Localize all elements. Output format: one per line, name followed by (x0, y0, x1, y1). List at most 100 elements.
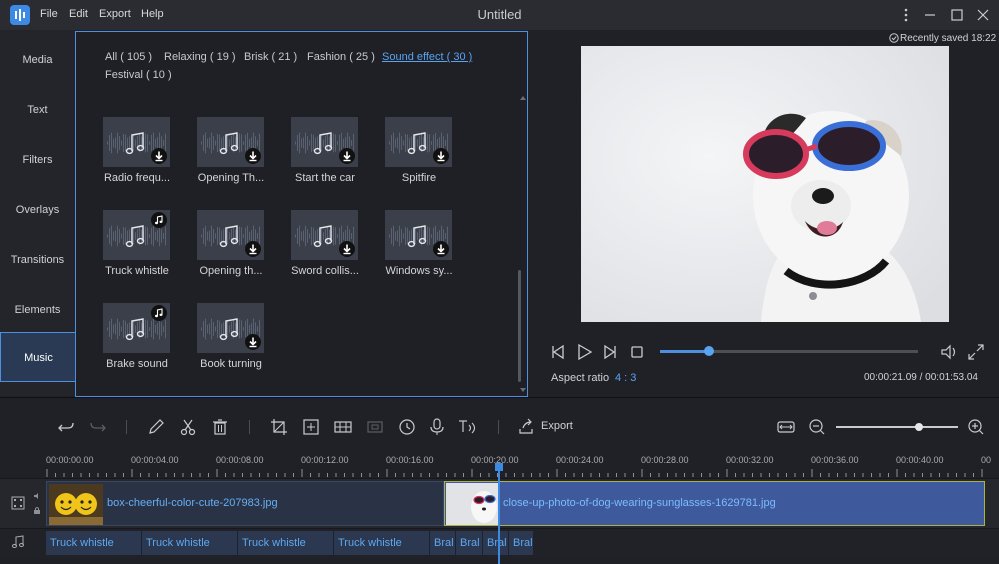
playhead[interactable] (498, 466, 500, 564)
audio-clip[interactable]: Bral (456, 531, 483, 555)
download-icon[interactable] (151, 148, 167, 164)
clip-label: close-up-photo-of-dog-wearing-sunglasses… (503, 497, 776, 509)
audio-clip[interactable]: Truck whistle (142, 531, 238, 555)
fullscreen-icon[interactable] (967, 343, 985, 361)
volume-icon[interactable] (939, 343, 957, 361)
track-mute-icon[interactable] (33, 492, 41, 500)
filter-tab-brisk[interactable]: Brisk ( 21 ) (244, 51, 297, 63)
mosaic-icon[interactable] (333, 417, 353, 437)
zoom-out-icon[interactable] (807, 417, 827, 437)
ruler-time-label: 00:00:28.00 (641, 455, 689, 465)
edit-pencil-icon[interactable] (146, 417, 166, 437)
aspect-ratio-label: Aspect ratio (551, 372, 610, 384)
ruler-time-label: 00:00:08.00 (216, 455, 264, 465)
audio-clip[interactable]: Truck whistle (334, 531, 430, 555)
download-icon[interactable] (339, 148, 355, 164)
zoom-slider-handle[interactable] (914, 423, 923, 431)
filter-tab-festival[interactable]: Festival ( 10 ) (105, 69, 172, 81)
panel-scrollbar[interactable] (518, 270, 521, 382)
playhead-handle[interactable] (495, 463, 503, 471)
previous-frame-icon[interactable] (549, 343, 567, 361)
saved-check-icon (889, 33, 899, 43)
toolbar-separator (249, 420, 250, 434)
filter-tab-sound-effect[interactable]: Sound effect ( 30 ) (382, 51, 472, 63)
minimize-icon[interactable] (919, 4, 941, 26)
audio-clip[interactable]: Truck whistle (46, 531, 142, 555)
next-frame-icon[interactable] (601, 343, 619, 361)
rail-item-elements[interactable]: Elements (0, 285, 75, 335)
music-tile-name: Start the car (295, 172, 355, 184)
download-icon[interactable] (339, 241, 355, 257)
saved-status: Recently saved 18:22 (900, 33, 997, 44)
ruler-time-label: 00:00:40.00 (896, 455, 944, 465)
playback-progress-track[interactable] (660, 350, 918, 353)
undo-icon[interactable] (56, 417, 76, 437)
zoom-in-icon[interactable] (966, 417, 986, 437)
export-icon[interactable] (516, 417, 536, 437)
close-icon[interactable] (972, 4, 994, 26)
audio-clip[interactable]: Truck whistle (238, 531, 334, 555)
playback-time: 00:00:21.09 / 00:01:53.04 (864, 372, 978, 383)
play-icon[interactable] (575, 343, 593, 361)
redo-icon[interactable] (88, 417, 108, 437)
rail-item-transitions[interactable]: Transitions (0, 235, 75, 285)
download-icon[interactable] (245, 148, 261, 164)
rail-item-overlays[interactable]: Overlays (0, 185, 75, 235)
track-lock-icon[interactable] (33, 506, 41, 514)
dog-photo (581, 46, 949, 322)
preview-video[interactable] (581, 46, 949, 322)
video-track-icon (10, 495, 26, 511)
maximize-icon[interactable] (946, 4, 968, 26)
music-tile-name: Brake sound (106, 358, 168, 370)
music-note-icon[interactable] (151, 212, 167, 228)
zoom-frame-icon[interactable] (301, 417, 321, 437)
scroll-up-arrow-icon[interactable] (520, 96, 526, 100)
download-icon[interactable] (433, 241, 449, 257)
stop-icon[interactable] (628, 343, 646, 361)
download-icon[interactable] (245, 241, 261, 257)
freeze-frame-icon[interactable] (365, 417, 385, 437)
duration-clock-icon[interactable] (397, 417, 417, 437)
toolbar-separator (498, 420, 499, 434)
trash-icon[interactable] (210, 417, 230, 437)
scissors-icon[interactable] (178, 417, 198, 437)
divider (0, 397, 999, 398)
audio-clip[interactable]: Bral (509, 531, 534, 555)
ruler-time-label: 00:00:32.00 (726, 455, 774, 465)
filter-tab-all[interactable]: All ( 105 ) (105, 51, 152, 63)
rail-item-text[interactable]: Text (0, 85, 75, 135)
music-note-icon[interactable] (151, 305, 167, 321)
export-button[interactable]: Export (541, 420, 573, 432)
ruler-time-label: 00:00:16.00 (386, 455, 434, 465)
music-tile-name: Radio frequ... (103, 172, 171, 184)
fit-timeline-icon[interactable] (776, 417, 796, 437)
video-clip[interactable]: box-cheerful-color-cute-207983.jpg (46, 481, 444, 526)
aspect-ratio-value[interactable]: 4 : 3 (615, 372, 636, 384)
microphone-icon[interactable] (427, 417, 447, 437)
rail-item-filters[interactable]: Filters (0, 135, 75, 185)
clip-label: box-cheerful-color-cute-207983.jpg (107, 497, 278, 509)
download-icon[interactable] (433, 148, 449, 164)
audio-clip[interactable]: Bral (430, 531, 456, 555)
playback-progress-handle[interactable] (704, 346, 715, 356)
video-clip-selected[interactable]: close-up-photo-of-dog-wearing-sunglasses… (444, 481, 985, 526)
music-tile-name: Spitfire (401, 172, 437, 184)
time-ruler[interactable] (46, 469, 986, 477)
rail-item-media[interactable]: Media (0, 35, 75, 85)
ruler-time-label: 00:00:12.00 (301, 455, 349, 465)
scroll-down-arrow-icon[interactable] (520, 388, 526, 392)
filter-tab-fashion[interactable]: Fashion ( 25 ) (307, 51, 375, 63)
crop-icon[interactable] (269, 417, 289, 437)
audio-clip-label: Truck whistle (338, 537, 402, 549)
audio-clip-label: Truck whistle (50, 537, 114, 549)
more-options-icon[interactable] (895, 4, 917, 26)
rail-item-music[interactable]: Music (0, 332, 76, 382)
audio-clip-label: Truck whistle (146, 537, 210, 549)
download-icon[interactable] (245, 334, 261, 350)
text-to-speech-icon[interactable] (457, 417, 477, 437)
zoom-slider-track[interactable] (836, 426, 958, 428)
filter-tab-relaxing[interactable]: Relaxing ( 19 ) (164, 51, 236, 63)
audio-clip-label: Truck whistle (242, 537, 306, 549)
audio-clip[interactable]: Bral (483, 531, 509, 555)
clip-thumbnail (49, 484, 103, 525)
